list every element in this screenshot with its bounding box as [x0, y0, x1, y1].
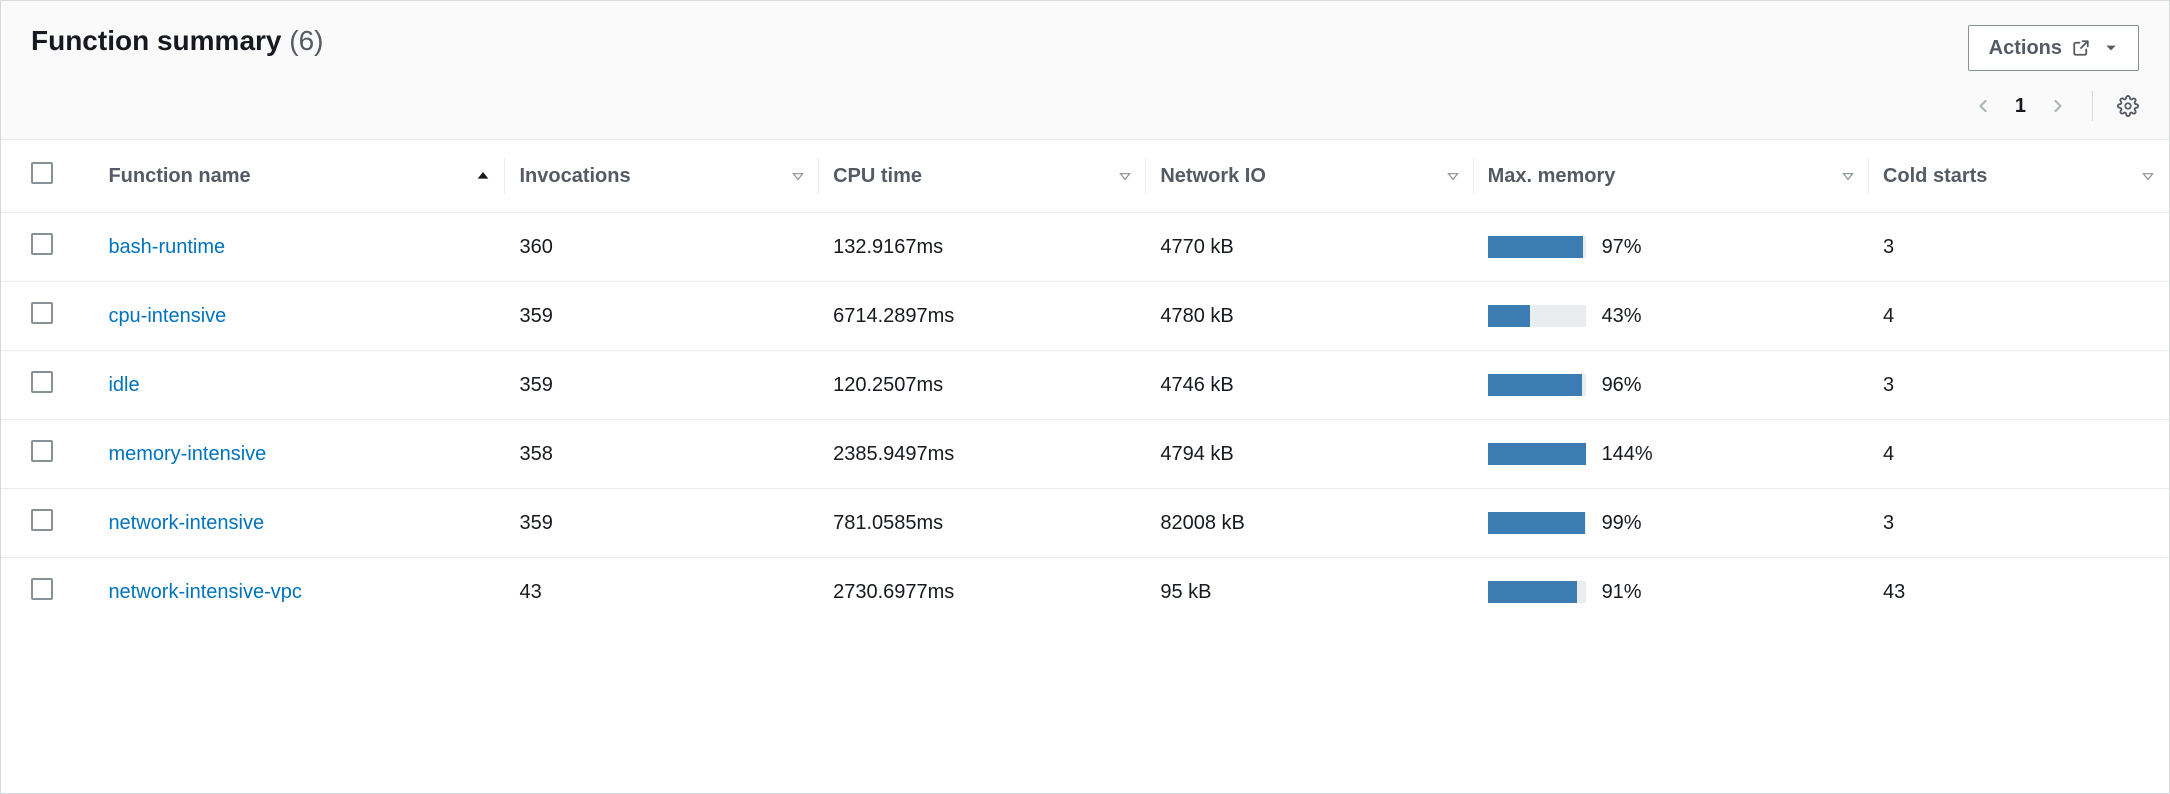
- function-name-link[interactable]: memory-intensive: [108, 443, 266, 465]
- network-io-cell: 4794 kB: [1146, 420, 1473, 489]
- table-header-row: Function name Invocations: [1, 140, 2169, 213]
- memory-percent: 91%: [1602, 581, 1642, 604]
- table-row: idle 359120.2507ms4746 kB 96% 3: [1, 351, 2169, 420]
- external-link-icon: [2072, 39, 2090, 57]
- sort-asc-icon: [475, 168, 491, 184]
- pager: 1: [1973, 95, 2068, 118]
- invocations-cell: 359: [505, 489, 819, 558]
- sort-icon: [791, 169, 805, 183]
- pager-next-button[interactable]: [2048, 96, 2068, 116]
- invocations-cell: 359: [505, 351, 819, 420]
- function-summary-panel: Function summary (6) Actions: [0, 0, 2170, 794]
- sort-icon: [2141, 169, 2155, 183]
- table-row: network-intensive-vpc432730.6977ms95 kB9…: [1, 558, 2169, 627]
- cpu-time-cell: 2730.6977ms: [819, 558, 1146, 627]
- memory-bar: [1488, 443, 1586, 465]
- network-io-cell: 82008 kB: [1146, 489, 1473, 558]
- max-memory-cell: 144%: [1474, 420, 1869, 489]
- column-label: Max. memory: [1488, 165, 1616, 188]
- function-name-link[interactable]: bash-runtime: [108, 236, 225, 258]
- cpu-time-cell: 132.9167ms: [819, 213, 1146, 282]
- caret-down-icon: [2104, 41, 2118, 55]
- column-header-network-io[interactable]: Network IO: [1146, 140, 1473, 213]
- column-header-function-name[interactable]: Function name: [96, 140, 505, 213]
- cold-starts-cell: 4: [1869, 420, 2169, 489]
- memory-percent: 96%: [1602, 374, 1642, 397]
- table-row: cpu-intensive 3596714.2897ms4780 kB 43% 4: [1, 282, 2169, 351]
- function-name-link[interactable]: network-intensive-vpc: [108, 581, 301, 603]
- table-row: memory-intensive 3582385.9497ms4794 kB 144…: [1, 420, 2169, 489]
- sort-icon: [1118, 169, 1132, 183]
- pager-row: 1: [1973, 91, 2139, 121]
- max-memory-cell: 43%: [1474, 282, 1869, 351]
- header-right: Actions 1: [1968, 25, 2139, 121]
- memory-percent: 144%: [1602, 443, 1653, 466]
- memory-percent: 99%: [1602, 512, 1642, 535]
- divider: [2092, 91, 2093, 121]
- memory-bar: [1488, 236, 1586, 258]
- network-io-cell: 4780 kB: [1146, 282, 1473, 351]
- table-row: network-intensive 359781.0585ms82008 kB 99…: [1, 489, 2169, 558]
- max-memory-cell: 96%: [1474, 351, 1869, 420]
- column-header-max-memory[interactable]: Max. memory: [1474, 140, 1869, 213]
- row-checkbox[interactable]: [31, 371, 53, 393]
- row-checkbox[interactable]: [31, 440, 53, 462]
- column-label: Cold starts: [1883, 165, 1987, 188]
- column-label: Network IO: [1160, 165, 1266, 188]
- max-memory-cell: 99%: [1474, 489, 1869, 558]
- network-io-cell: 95 kB: [1146, 558, 1473, 627]
- settings-button[interactable]: [2117, 95, 2139, 117]
- memory-percent: 97%: [1602, 236, 1642, 259]
- network-io-cell: 4746 kB: [1146, 351, 1473, 420]
- pager-page-number: 1: [2015, 95, 2026, 118]
- max-memory-cell: 97%: [1474, 213, 1869, 282]
- invocations-cell: 43: [505, 558, 819, 627]
- row-checkbox[interactable]: [31, 509, 53, 531]
- max-memory-cell: 91%: [1474, 558, 1869, 627]
- invocations-cell: 358: [505, 420, 819, 489]
- sort-icon: [1841, 169, 1855, 183]
- actions-button[interactable]: Actions: [1968, 25, 2139, 71]
- invocations-cell: 359: [505, 282, 819, 351]
- memory-bar: [1488, 581, 1586, 603]
- row-checkbox[interactable]: [31, 578, 53, 600]
- cpu-time-cell: 781.0585ms: [819, 489, 1146, 558]
- function-name-link[interactable]: cpu-intensive: [108, 305, 226, 327]
- cpu-time-cell: 120.2507ms: [819, 351, 1146, 420]
- memory-bar: [1488, 374, 1586, 396]
- column-label: CPU time: [833, 165, 922, 188]
- row-checkbox[interactable]: [31, 233, 53, 255]
- panel-title: Function summary (6): [31, 25, 324, 57]
- panel-header: Function summary (6) Actions: [1, 1, 2169, 139]
- network-io-cell: 4770 kB: [1146, 213, 1473, 282]
- cpu-time-cell: 6714.2897ms: [819, 282, 1146, 351]
- column-header-invocations[interactable]: Invocations: [505, 140, 819, 213]
- column-label: Function name: [108, 165, 250, 188]
- table-row: bash-runtime 360132.9167ms4770 kB 97% 3: [1, 213, 2169, 282]
- panel-title-text: Function summary: [31, 25, 281, 56]
- cold-starts-cell: 3: [1869, 489, 2169, 558]
- memory-bar: [1488, 512, 1586, 534]
- column-header-cpu-time[interactable]: CPU time: [819, 140, 1146, 213]
- function-name-link[interactable]: network-intensive: [108, 512, 264, 534]
- sort-icon: [1446, 169, 1460, 183]
- memory-bar: [1488, 305, 1586, 327]
- cold-starts-cell: 43: [1869, 558, 2169, 627]
- panel-title-count: (6): [289, 25, 323, 56]
- cold-starts-cell: 3: [1869, 213, 2169, 282]
- cold-starts-cell: 3: [1869, 351, 2169, 420]
- column-header-cold-starts[interactable]: Cold starts: [1869, 140, 2169, 213]
- functions-table: Function name Invocations: [1, 140, 2169, 626]
- column-label: Invocations: [519, 165, 630, 188]
- cpu-time-cell: 2385.9497ms: [819, 420, 1146, 489]
- function-name-link[interactable]: idle: [108, 374, 139, 396]
- memory-percent: 43%: [1602, 305, 1642, 328]
- table-wrap: Function name Invocations: [1, 139, 2169, 793]
- invocations-cell: 360: [505, 213, 819, 282]
- pager-prev-button[interactable]: [1973, 96, 1993, 116]
- actions-button-label: Actions: [1989, 37, 2062, 60]
- row-checkbox[interactable]: [31, 302, 53, 324]
- cold-starts-cell: 4: [1869, 282, 2169, 351]
- select-all-checkbox[interactable]: [31, 162, 53, 184]
